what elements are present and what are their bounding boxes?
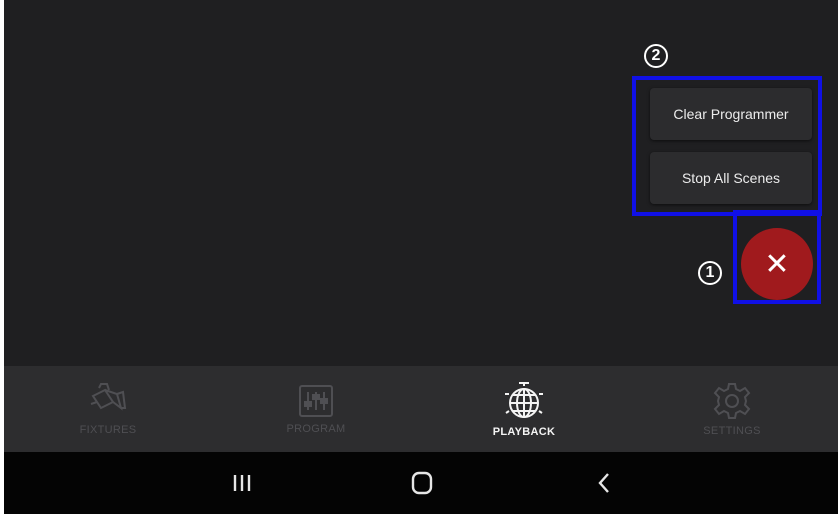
- tab-program[interactable]: PROGRAM: [212, 366, 420, 452]
- stop-all-scenes-button[interactable]: Stop All Scenes: [650, 152, 812, 204]
- close-fab-button[interactable]: ✕: [741, 228, 813, 300]
- system-navigation-bar: [4, 452, 838, 514]
- gear-icon: [713, 383, 751, 419]
- home-icon: [411, 471, 433, 495]
- sliders-icon: [299, 385, 333, 417]
- tab-fixtures-label: FIXTURES: [79, 424, 137, 436]
- clear-programmer-button[interactable]: Clear Programmer: [650, 88, 812, 140]
- back-icon: [598, 473, 609, 493]
- home-button[interactable]: [402, 468, 442, 498]
- bottom-tab-bar: FIXTURES PROGRAM PLAYBACK SETTINGS: [4, 366, 838, 452]
- tab-playback[interactable]: PLAYBACK: [420, 366, 628, 452]
- tab-program-label: PROGRAM: [286, 423, 346, 435]
- tab-playback-label: PLAYBACK: [492, 426, 556, 438]
- recent-apps-button[interactable]: [222, 468, 262, 498]
- disco-ball-icon: [505, 382, 543, 418]
- annotation-marker-1: 1: [698, 261, 722, 285]
- annotation-marker-2: 2: [644, 44, 668, 68]
- app-screen: 2 Clear Programmer Stop All Scenes 1 ✕ F…: [4, 0, 838, 514]
- close-icon: ✕: [764, 247, 790, 281]
- fixture-light-icon: [90, 383, 127, 411]
- back-button[interactable]: [584, 468, 624, 498]
- recent-apps-icon: [233, 475, 251, 491]
- tab-fixtures[interactable]: FIXTURES: [4, 366, 212, 452]
- playback-area: 2 Clear Programmer Stop All Scenes 1 ✕: [4, 0, 838, 366]
- tab-settings-label: SETTINGS: [703, 425, 761, 437]
- tab-settings[interactable]: SETTINGS: [628, 366, 836, 452]
